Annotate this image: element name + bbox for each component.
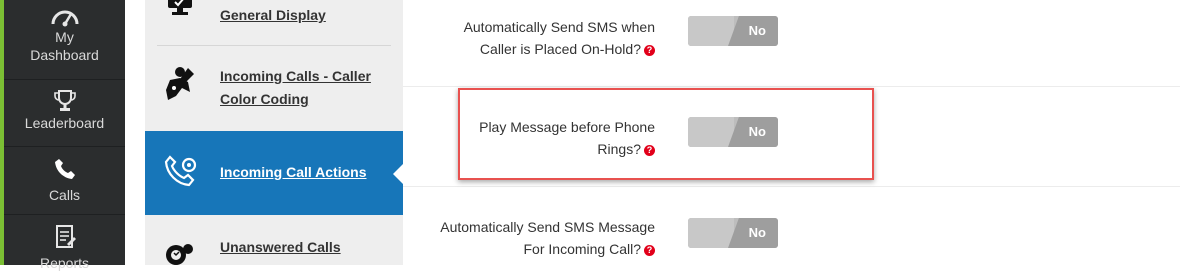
menu-item-label: Incoming Call Actions [220, 164, 367, 180]
phone-gear-icon [164, 155, 197, 187]
setting-label-line: Automatically Send SMS when [463, 19, 655, 35]
nav-divider [4, 79, 125, 80]
nav-divider [4, 214, 125, 215]
phone-icon [54, 159, 75, 179]
menu-item-incoming-call-actions[interactable]: Incoming Call Actions [145, 131, 403, 215]
monitor-icon [168, 0, 192, 15]
highlight-box [458, 88, 874, 180]
setting-label-line: For Incoming Call? [523, 241, 642, 257]
nav-item-calls[interactable]: Calls [4, 157, 125, 204]
toggle-track [688, 218, 734, 248]
report-icon [55, 225, 76, 248]
setting-label-sms-on-hold: Automatically Send SMS when Caller is Pl… [425, 16, 655, 60]
toggle-state-label: No [748, 225, 766, 240]
menu-item-caller-color-coding[interactable]: Incoming Calls - Caller Color Coding [145, 46, 403, 131]
nav-item-leaderboard[interactable]: Leaderboard [4, 88, 125, 132]
setting-label-sms-incoming: Automatically Send SMS Message For Incom… [425, 216, 655, 260]
nav-divider [4, 146, 125, 147]
row-divider [403, 86, 1180, 87]
nav-label: Calls [48, 187, 81, 203]
menu-item-label: General Display [220, 7, 326, 23]
settings-menu: General Display Incoming Calls - Caller … [145, 0, 403, 265]
menu-item-label: Color Coding [220, 91, 309, 107]
toggle-sms-on-hold[interactable]: No [688, 16, 778, 46]
trophy-icon [53, 90, 76, 111]
toggle-state-label: No [748, 23, 766, 38]
help-icon[interactable]: ? [644, 244, 655, 256]
active-menu-pointer [393, 164, 403, 184]
menu-item-label: Unanswered Calls [220, 239, 341, 255]
menu-item-label: Incoming Calls - Caller [220, 68, 371, 84]
nav-label: My [55, 29, 74, 45]
palette-person-icon [166, 67, 194, 100]
nav-label: Leaderboard [24, 115, 105, 131]
setting-label-line: Automatically Send SMS Message [440, 219, 655, 235]
left-navigation: My Dashboard Leaderboard Calls Reports [0, 0, 125, 271]
help-icon[interactable]: ? [644, 44, 655, 56]
setting-label-line: Caller is Placed On-Hold? [479, 41, 641, 57]
toggle-sms-incoming[interactable]: No [688, 218, 778, 248]
nav-label: Dashboard [30, 47, 99, 63]
toggle-track [688, 16, 734, 46]
nav-label: Reports [39, 255, 90, 271]
menu-item-general-display[interactable]: General Display [145, 0, 403, 45]
gauge-icon [51, 10, 78, 27]
row-divider [403, 186, 1180, 187]
menu-item-unanswered-calls[interactable]: Unanswered Calls [145, 215, 403, 265]
nav-item-my-dashboard[interactable]: My Dashboard [4, 2, 125, 64]
